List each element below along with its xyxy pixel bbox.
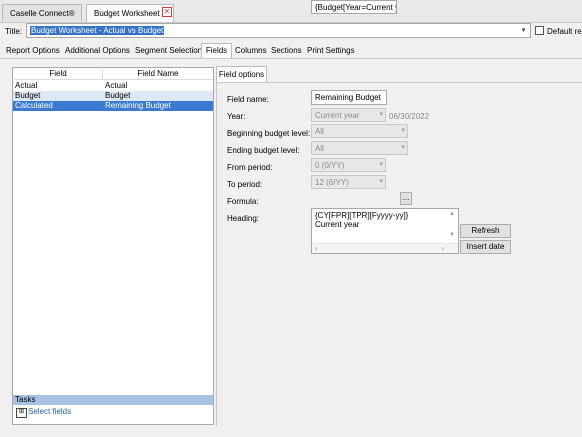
table-row[interactable]: Budget Budget (13, 91, 213, 101)
heading-line-2: Current year (315, 220, 360, 229)
formula-builder-button[interactable]: ... (400, 192, 412, 205)
scroll-up-icon[interactable]: ▲ (449, 211, 455, 217)
header-label: Field (49, 69, 67, 78)
chevron-down-icon[interactable]: ▾ (518, 24, 529, 37)
to-period-value: 12 (6/YY) (315, 178, 349, 187)
divider (0, 58, 582, 59)
tab-columns[interactable]: Columns (235, 46, 267, 55)
beginning-level-value: All (315, 127, 324, 136)
header-label: Field Name (137, 69, 179, 78)
chevron-down-icon: ▾ (401, 144, 405, 151)
table-row-selected[interactable]: Calculated Remaining Budget (13, 101, 213, 111)
tab-budget-worksheet[interactable]: Budget Worksheet (86, 4, 174, 22)
ending-budget-level-select[interactable]: All ▾ (311, 141, 408, 155)
tab-fields[interactable]: Fields (201, 43, 232, 59)
heading-label: Heading: (227, 214, 260, 223)
tab-label: Caselle Connect® (10, 9, 75, 18)
beginning-budget-level-label: Beginning budget level: (227, 129, 311, 138)
field-name-input[interactable]: Remaining Budget (311, 90, 387, 105)
field-cell: Calculated (15, 101, 53, 110)
year-select[interactable]: Current year ▾ (311, 108, 386, 122)
table-row[interactable]: Actual Actual (13, 81, 213, 91)
select-fields-link[interactable]: Select fields (28, 407, 71, 416)
title-input[interactable]: Budget Worksheet - Actual vs Budget ▾ (26, 23, 531, 38)
tab-field-options[interactable]: Field options (216, 66, 267, 83)
field-name-label: Field name: (227, 95, 269, 104)
field-name-cell: Remaining Budget (105, 101, 171, 110)
tab-label: Field options (218, 70, 265, 79)
tab-report-options[interactable]: Report Options (6, 46, 60, 55)
default-label: Default re (547, 27, 582, 36)
beginning-budget-level-select[interactable]: All ▾ (311, 124, 408, 138)
fields-list-panel: Field Field Name Actual Actual Budget Bu… (12, 67, 214, 425)
field-name-value: Remaining Budget (315, 93, 381, 102)
tab-segment-selection[interactable]: Segment Selection (135, 46, 202, 55)
scroll-down-icon[interactable]: ▼ (449, 232, 455, 238)
column-header-field[interactable]: Field (14, 69, 103, 80)
heading-textarea[interactable]: {CY[FPR][TPR][Fyyyy-yy]} Current year ▲ … (311, 208, 459, 254)
close-tab-icon[interactable]: ✕ (162, 7, 172, 17)
from-period-label: From period: (227, 163, 273, 172)
scroll-right-icon[interactable]: › (441, 244, 444, 253)
year-date: 06/30/2022 (389, 112, 430, 121)
to-period-select[interactable]: 12 (6/YY) ▾ (311, 175, 386, 189)
insert-date-button[interactable]: Insert date (460, 240, 511, 254)
tab-print-settings[interactable]: Print Settings (307, 46, 355, 55)
chevron-down-icon: ▾ (379, 111, 383, 118)
column-header-field-name[interactable]: Field Name (103, 69, 213, 80)
tab-sections[interactable]: Sections (271, 46, 302, 55)
formula-value: {Budget[Year=Current y (315, 3, 397, 12)
field-cell: Actual (15, 81, 38, 90)
year-value: Current year (315, 111, 360, 120)
default-checkbox[interactable] (535, 26, 544, 35)
ending-budget-level-label: Ending budget level: (227, 146, 300, 155)
tab-additional-options[interactable]: Additional Options (65, 46, 130, 55)
field-name-cell: Budget (105, 91, 131, 100)
field-name-cell: Actual (105, 81, 128, 90)
formula-label: Formula: (227, 197, 259, 206)
chevron-down-icon: ▾ (401, 127, 405, 134)
heading-line-1: {CY[FPR][TPR][Fyyyy-yy]} (315, 211, 409, 220)
tab-label: Fields (205, 46, 228, 55)
from-period-value: 0 (0/YY) (315, 161, 345, 170)
title-value: Budget Worksheet - Actual vs Budget (30, 26, 165, 35)
tab-label: Budget Worksheet (94, 9, 160, 18)
horizontal-scrollbar[interactable]: ‹ › (312, 243, 458, 253)
tasks-header: Tasks (13, 395, 213, 405)
select-fields-icon[interactable]: ⊞ (16, 408, 27, 418)
formula-input[interactable]: {Budget[Year=Current y (311, 0, 397, 14)
refresh-button[interactable]: Refresh (460, 224, 511, 238)
title-label: Title: (5, 27, 23, 36)
scroll-left-icon[interactable]: ‹ (315, 244, 318, 253)
ending-level-value: All (315, 144, 324, 153)
chevron-down-icon: ▾ (379, 178, 383, 185)
tab-caselle-connect[interactable]: Caselle Connect® (2, 4, 82, 21)
from-period-select[interactable]: 0 (0/YY) ▾ (311, 158, 386, 172)
field-cell: Budget (15, 91, 41, 100)
to-period-label: To period: (227, 180, 263, 189)
year-label: Year: (227, 112, 246, 121)
chevron-down-icon: ▾ (379, 161, 383, 168)
document-tab-bar: Caselle Connect® Budget Worksheet ✕ (0, 0, 582, 23)
